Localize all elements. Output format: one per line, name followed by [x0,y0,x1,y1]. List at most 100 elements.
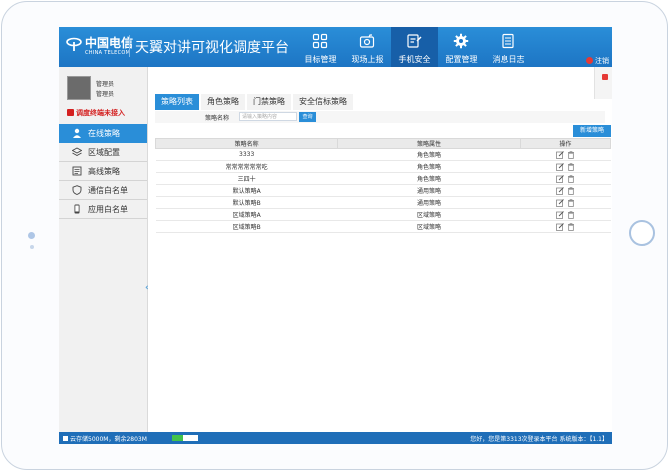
tab-policy-list[interactable]: 策略列表 [155,94,199,110]
tab-access-policy[interactable]: 门禁策略 [247,94,291,110]
edit-icon[interactable] [555,198,564,207]
table-row: 常常常常常常吃 角色策略 [155,160,611,173]
sensor-dot [30,245,34,249]
storage-text: 云存储5000M，剩余2803M [70,436,147,443]
policy-attr-cell: 区域策略 [337,208,521,221]
policy-name-cell: 区域策略B [155,220,338,233]
search-input[interactable]: 请输入策略内容 [239,112,297,121]
delete-icon[interactable] [567,150,575,159]
policy-attr-cell: 角色策略 [337,160,521,173]
edit-icon[interactable] [555,174,564,183]
telecom-logo-icon [66,37,82,51]
sidebar-item-offline-policy[interactable]: 高线策略 [59,162,147,181]
sidebar-item-label: 在线策略 [88,129,120,138]
avatar [67,76,91,100]
policy-attr-cell: 通用策略 [337,184,521,197]
sidebar-item-online-policy[interactable]: 在线策略 [59,124,147,143]
policy-attr-cell: 角色策略 [337,172,521,185]
shield-icon [72,185,82,195]
policy-name-cell: 3333 [155,148,338,161]
column-header: 策略属性 [337,138,521,149]
policy-name-cell: 常常常常常常吃 [155,160,338,173]
nav-label: 目标管理 [304,55,337,64]
actions-cell [520,184,611,197]
table-row: 3333 角色策略 [155,148,611,161]
policy-table: 策略名称 策略属性 操作 3333 角色策略 常常常常常常吃 角色策略 三四十 … [154,138,612,233]
add-policy-button[interactable]: 新增策略 [573,125,611,137]
nav-label: 手机安全 [398,55,431,64]
actions-cell [520,208,611,221]
sidebar-item-label: 应用白名单 [88,205,128,214]
camera-dot [28,232,35,239]
table-row: 三四十 角色策略 [155,172,611,185]
policy-name-cell: 区域策略A [155,208,338,221]
nav-label: 消息日志 [492,55,525,64]
policy-name-cell: 默认策略A [155,184,338,197]
user-icon [73,128,81,138]
layers-icon [72,147,82,157]
warning-icon [67,109,74,116]
sidebar: 管理员 管理员 调度终端未接入 在线策略 区域配置 高线策略 通信白名单 应用白… [59,67,149,432]
delete-icon[interactable] [567,162,575,171]
nav-item-config-management[interactable]: 配置管理 [438,27,485,67]
edit-icon[interactable] [555,150,564,159]
policy-attr-cell: 通用策略 [337,196,521,209]
actions-cell [520,148,611,161]
alarm-indicator[interactable] [594,67,612,99]
grid-icon [312,33,328,49]
sidebar-item-comm-whitelist[interactable]: 通信白名单 [59,181,147,200]
search-button[interactable]: 查询 [299,112,316,122]
logout-button[interactable]: 注销 [586,56,609,66]
delete-icon[interactable] [567,174,575,183]
home-button[interactable] [629,220,655,246]
logo-english-text: CHINA TELECOM [85,50,131,56]
sidebar-item-area-config[interactable]: 区域配置 [59,143,147,162]
clipboard-edit-icon [407,34,422,48]
table-header-row: 策略名称 策略属性 操作 [154,138,612,149]
warning-text: 调度终端未接入 [76,109,125,117]
column-header: 策略名称 [154,138,339,149]
camera-icon [359,34,375,48]
nav-item-field-report[interactable]: 现场上报 [344,27,391,67]
status-bar: 云存储5000M，剩余2803M 您好，您是第3313次登录本平台 系统版本：【… [59,432,612,444]
logo-chinese-text: 中国电信 [85,36,134,50]
tab-beacon-policy[interactable]: 安全信标策略 [293,94,353,110]
nav-item-target-management[interactable]: 目标管理 [297,27,344,67]
storage-info: 云存储5000M，剩余2803M [63,434,147,443]
actions-cell [520,160,611,173]
table-row: 区域策略B 区域策略 [155,220,611,233]
edit-icon[interactable] [555,162,564,171]
table-row: 默认策略A 通用策略 [155,184,611,197]
tab-role-policy[interactable]: 角色策略 [201,94,245,110]
edit-icon[interactable] [555,222,564,231]
nav-label: 现场上报 [351,55,384,64]
delete-icon[interactable] [567,198,575,207]
edit-icon[interactable] [555,186,564,195]
delete-icon[interactable] [567,186,575,195]
delete-icon[interactable] [567,222,575,231]
nav-item-message-log[interactable]: 消息日志 [485,27,532,67]
document-icon [502,33,514,49]
actions-cell [520,172,611,185]
sidebar-item-label: 高线策略 [88,167,120,176]
nav-item-phone-security[interactable]: 手机安全 [391,27,438,67]
edit-icon[interactable] [555,210,564,219]
logo-divider [129,35,130,57]
sidebar-menu: 在线策略 区域配置 高线策略 通信白名单 应用白名单 [59,124,147,219]
main-content: 策略列表 角色策略 门禁策略 安全信标策略 策略名称 请输入策略内容 查询 新增… [148,67,612,432]
top-header: 中国电信 CHINA TELECOM 天翼对讲可视化调度平台 目标管理 现场上报… [59,27,612,67]
table-row: 区域策略A 区域策略 [155,208,611,221]
sidebar-item-app-whitelist[interactable]: 应用白名单 [59,200,147,219]
actions-cell [520,220,611,233]
alarm-icon [602,74,608,80]
search-bar: 策略名称 请输入策略内容 查询 [155,111,605,123]
top-nav: 目标管理 现场上报 手机安全 配置管理 消息日志 [297,27,532,67]
policy-tabs: 策略列表 角色策略 门禁策略 安全信标策略 [155,94,355,110]
policy-name-cell: 默认策略B [155,196,338,209]
table-row: 默认策略B 通用策略 [155,196,611,209]
policy-attr-cell: 角色策略 [337,148,521,161]
user-name: 管理员 [96,81,115,88]
nav-label: 配置管理 [445,55,478,64]
delete-icon[interactable] [567,210,575,219]
sidebar-item-label: 区域配置 [88,148,120,157]
